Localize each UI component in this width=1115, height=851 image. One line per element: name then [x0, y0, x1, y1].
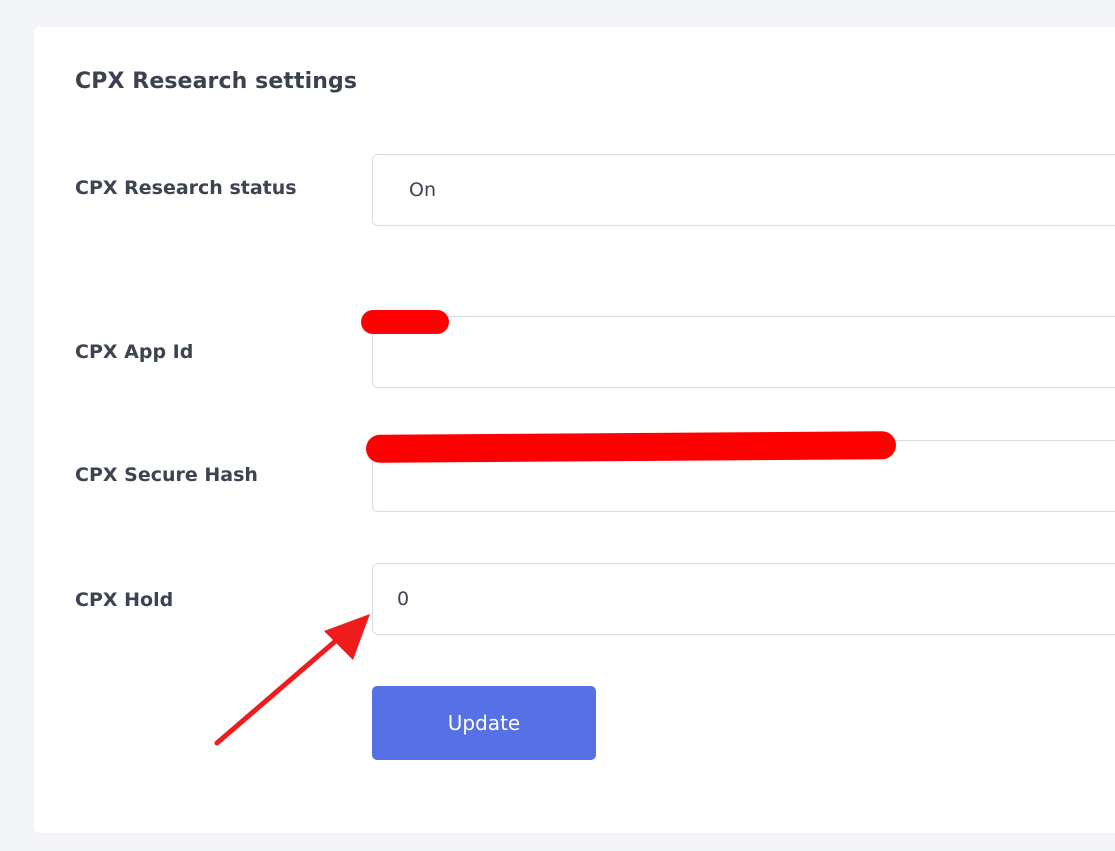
app-id-input[interactable] [372, 316, 1115, 388]
status-label: CPX Research status [75, 177, 297, 199]
status-select[interactable]: On [372, 154, 1115, 226]
status-select-value: On [409, 179, 436, 201]
settings-card: CPX Research settings CPX Research statu… [34, 27, 1115, 833]
hold-input[interactable] [372, 563, 1115, 635]
secure-hash-input[interactable] [372, 440, 1115, 512]
app-id-label: CPX App Id [75, 341, 194, 363]
secure-hash-label: CPX Secure Hash [75, 464, 258, 486]
update-button[interactable]: Update [372, 686, 596, 760]
section-title: CPX Research settings [75, 69, 358, 94]
page: CPX Research settings CPX Research statu… [0, 0, 1115, 851]
hold-label: CPX Hold [75, 589, 174, 611]
